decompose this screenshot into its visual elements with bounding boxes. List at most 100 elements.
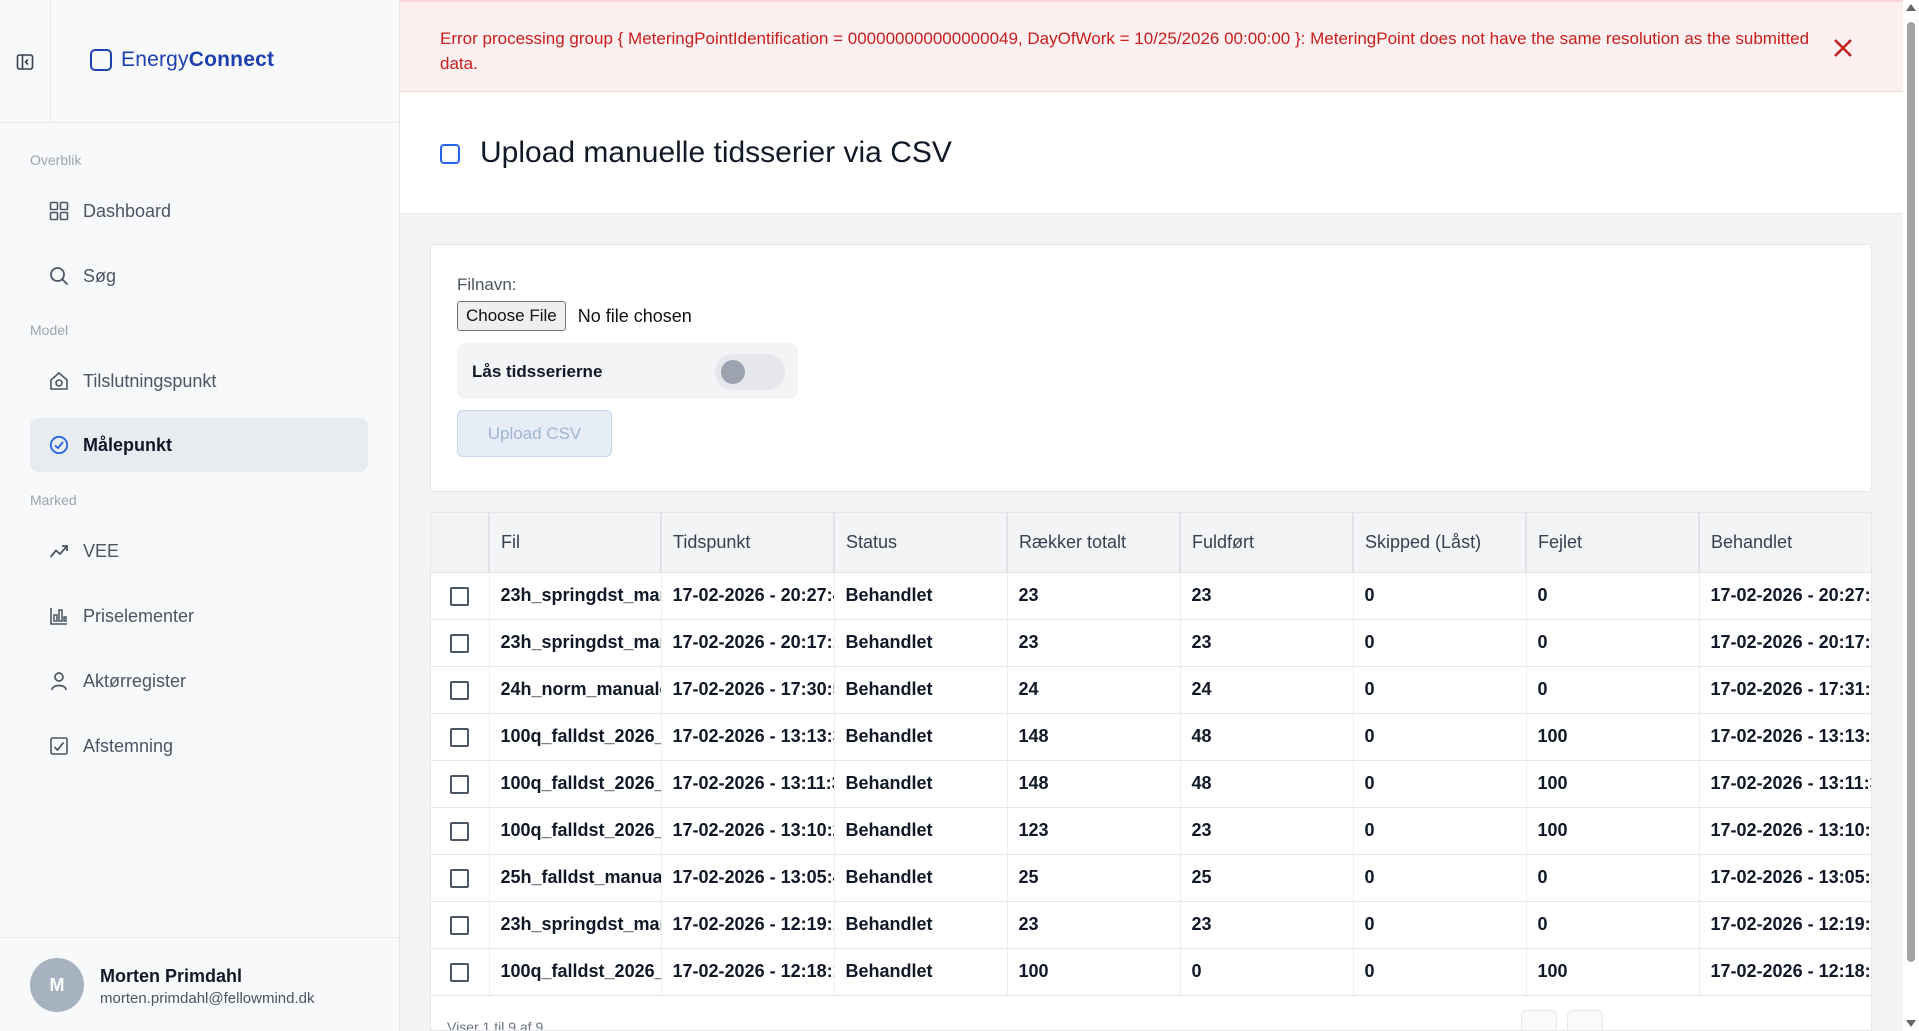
- table-row[interactable]: 100q_falldst_2026_dk17-02-2026 - 13:10:2…: [431, 807, 1871, 855]
- sidebar-item-vee[interactable]: VEE: [30, 524, 368, 578]
- table-cell: 23h_springdst_manu: [489, 572, 662, 620]
- user-name: Morten Primdahl: [100, 966, 243, 986]
- page-scrollbar[interactable]: [1903, 0, 1919, 1031]
- table-cell: 25: [1180, 854, 1354, 902]
- scroll-thumb[interactable]: [1907, 22, 1915, 962]
- grid-icon: [49, 201, 69, 221]
- table-row[interactable]: 24h_norm_manualcs17-02-2026 - 17:30:5Beh…: [431, 666, 1871, 714]
- table-cell: 0: [1353, 666, 1527, 714]
- row-checkbox[interactable]: [450, 586, 470, 606]
- table-cell: 23: [1180, 807, 1354, 855]
- table-cell: 0: [1526, 901, 1700, 949]
- table-cell: 17-02-2026 - 20:27:4: [1699, 572, 1871, 620]
- previous-page-button[interactable]: [1521, 1010, 1557, 1030]
- row-checkbox[interactable]: [450, 680, 470, 700]
- row-checkbox[interactable]: [450, 633, 470, 653]
- row-select-cell: [431, 901, 490, 949]
- table-row[interactable]: 23h_springdst_manu17-02-2026 - 12:19:11B…: [431, 901, 1871, 949]
- table-cell: 17-02-2026 - 13:05:4: [1699, 854, 1871, 902]
- table-row[interactable]: 100q_falldst_2026_dk17-02-2026 - 13:13:3…: [431, 713, 1871, 761]
- table-cell: 17-02-2026 - 13:11:32: [661, 760, 835, 808]
- gauge-icon: [49, 435, 69, 455]
- column-header-raekker-totalt[interactable]: Rækker totalt: [1007, 513, 1181, 573]
- row-checkbox[interactable]: [450, 821, 470, 841]
- column-header-behandlet[interactable]: Behandlet: [1699, 513, 1871, 573]
- table-cell: 17-02-2026 - 13:13:3: [661, 713, 835, 761]
- check-square-icon: [50, 737, 68, 755]
- column-header-fuldfort[interactable]: Fuldført: [1180, 513, 1354, 573]
- table-cell: 100: [1526, 948, 1700, 996]
- sidebar-item-dashboard[interactable]: Dashboard: [30, 184, 368, 238]
- table-row[interactable]: 23h_springdst_manu17-02-2026 - 20:27:4Be…: [431, 572, 1871, 620]
- table-cell: Behandlet: [834, 619, 1008, 667]
- table-row[interactable]: 23h_springdst_manu17-02-2026 - 20:17:1Be…: [431, 619, 1871, 667]
- table-cell: 17-02-2026 - 13:11:33: [1699, 760, 1871, 808]
- scroll-down-arrow[interactable]: [1906, 1020, 1916, 1027]
- section-label-marked: Marked: [30, 492, 77, 508]
- row-checkbox[interactable]: [450, 727, 470, 747]
- sidebar-item-label: Afstemning: [83, 735, 174, 756]
- sidebar-item-malepunkt[interactable]: Målepunkt: [30, 418, 368, 472]
- row-select-cell: [431, 666, 490, 714]
- sidebar-item-label: Aktørregister: [83, 670, 187, 691]
- table-body: 23h_springdst_manu 17-02-2026 - 20:27:4 Be…: [431, 572, 1871, 996]
- row-checkbox[interactable]: [450, 868, 470, 888]
- sidebar-item-aktorregister[interactable]: Aktørregister: [30, 654, 368, 708]
- table-header-row: Fil Tidspunkt Status Rækker totalt Fuldf…: [431, 513, 1871, 573]
- table-cell: 23: [1180, 572, 1354, 620]
- column-header-fil[interactable]: Fil: [489, 513, 662, 573]
- table-cell: 0: [1353, 948, 1527, 996]
- table-cell: 23h_springdst_manu: [489, 901, 662, 949]
- table-cell: 0: [1353, 760, 1527, 808]
- lock-timeseries-label: Lås tidsserierne: [472, 362, 603, 381]
- file-input[interactable]: Choose File No file chosen: [457, 301, 692, 331]
- table-row[interactable]: 100q_falldst_2026_dk17-02-2026 - 13:11:3…: [431, 760, 1871, 808]
- row-select-cell: [431, 572, 490, 620]
- sidebar: EnergyConnect Overblik Dashboard Søg Mod…: [0, 0, 400, 1031]
- table-cell: 100q_falldst_2026_dk: [489, 948, 662, 996]
- row-checkbox[interactable]: [450, 915, 470, 935]
- scroll-up-arrow[interactable]: [1906, 4, 1916, 11]
- column-header-status[interactable]: Status: [834, 513, 1008, 573]
- table-cell: Behandlet: [834, 807, 1008, 855]
- sidebar-collapse-button[interactable]: [0, 0, 51, 123]
- column-header-tidspunkt[interactable]: Tidspunkt: [661, 513, 835, 573]
- table-cell: 48: [1180, 713, 1354, 761]
- sidebar-item-search[interactable]: Søg: [30, 249, 368, 303]
- user-profile[interactable]: M Morten Primdahl morten.primdahl@fellow…: [0, 937, 400, 1031]
- table-cell: 17-02-2026 - 20:17:1: [661, 619, 835, 667]
- table-cell: 23: [1180, 619, 1354, 667]
- table-cell: 23: [1007, 572, 1181, 620]
- sidebar-item-afstemning[interactable]: Afstemning: [30, 719, 368, 773]
- user-icon: [51, 672, 67, 691]
- table-cell: 100q_falldst_2026_dk: [489, 713, 662, 761]
- upload-csv-button[interactable]: Upload CSV: [457, 410, 612, 457]
- table-cell: 0: [1526, 572, 1700, 620]
- table-cell: 24: [1180, 666, 1354, 714]
- row-checkbox[interactable]: [450, 962, 470, 982]
- column-header-fejlet[interactable]: Fejlet: [1526, 513, 1700, 573]
- next-page-button[interactable]: [1567, 1010, 1603, 1030]
- section-label-overblik: Overblik: [30, 152, 82, 168]
- lock-timeseries-toggle[interactable]: [715, 354, 785, 390]
- upload-card: Filnavn: Choose File No file chosen Lås …: [430, 244, 1872, 492]
- row-checkbox[interactable]: [450, 774, 470, 794]
- table-row[interactable]: 25h_falldst_manual.c17-02-2026 - 13:05:4…: [431, 854, 1871, 902]
- choose-file-button[interactable]: Choose File: [457, 301, 566, 331]
- column-header-skipped[interactable]: Skipped (Låst): [1353, 513, 1527, 573]
- error-close-button[interactable]: [1831, 36, 1855, 60]
- table-cell: 17-02-2026 - 17:31:0: [1699, 666, 1871, 714]
- table-row[interactable]: 100q_falldst_2026_dk17-02-2026 - 12:18:1…: [431, 948, 1871, 996]
- app-logo[interactable]: EnergyConnect: [90, 48, 274, 72]
- sidebar-item-label: VEE: [83, 540, 120, 561]
- lock-timeseries-setting: Lås tidsserierne: [457, 343, 798, 399]
- sidebar-item-tilslutningspunkt[interactable]: Tilslutningspunkt: [30, 354, 368, 408]
- table-cell: 17-02-2026 - 12:19:18: [1699, 901, 1871, 949]
- section-label-model: Model: [30, 322, 69, 338]
- table-cell: 0: [1353, 854, 1527, 902]
- sidebar-item-label: Søg: [83, 265, 117, 286]
- table-cell: 0: [1353, 807, 1527, 855]
- table-cell: 0: [1526, 619, 1700, 667]
- sidebar-item-priselementer[interactable]: Priselementer: [30, 589, 368, 643]
- pagination-text: Viser 1 til 9 af 9: [447, 1019, 544, 1031]
